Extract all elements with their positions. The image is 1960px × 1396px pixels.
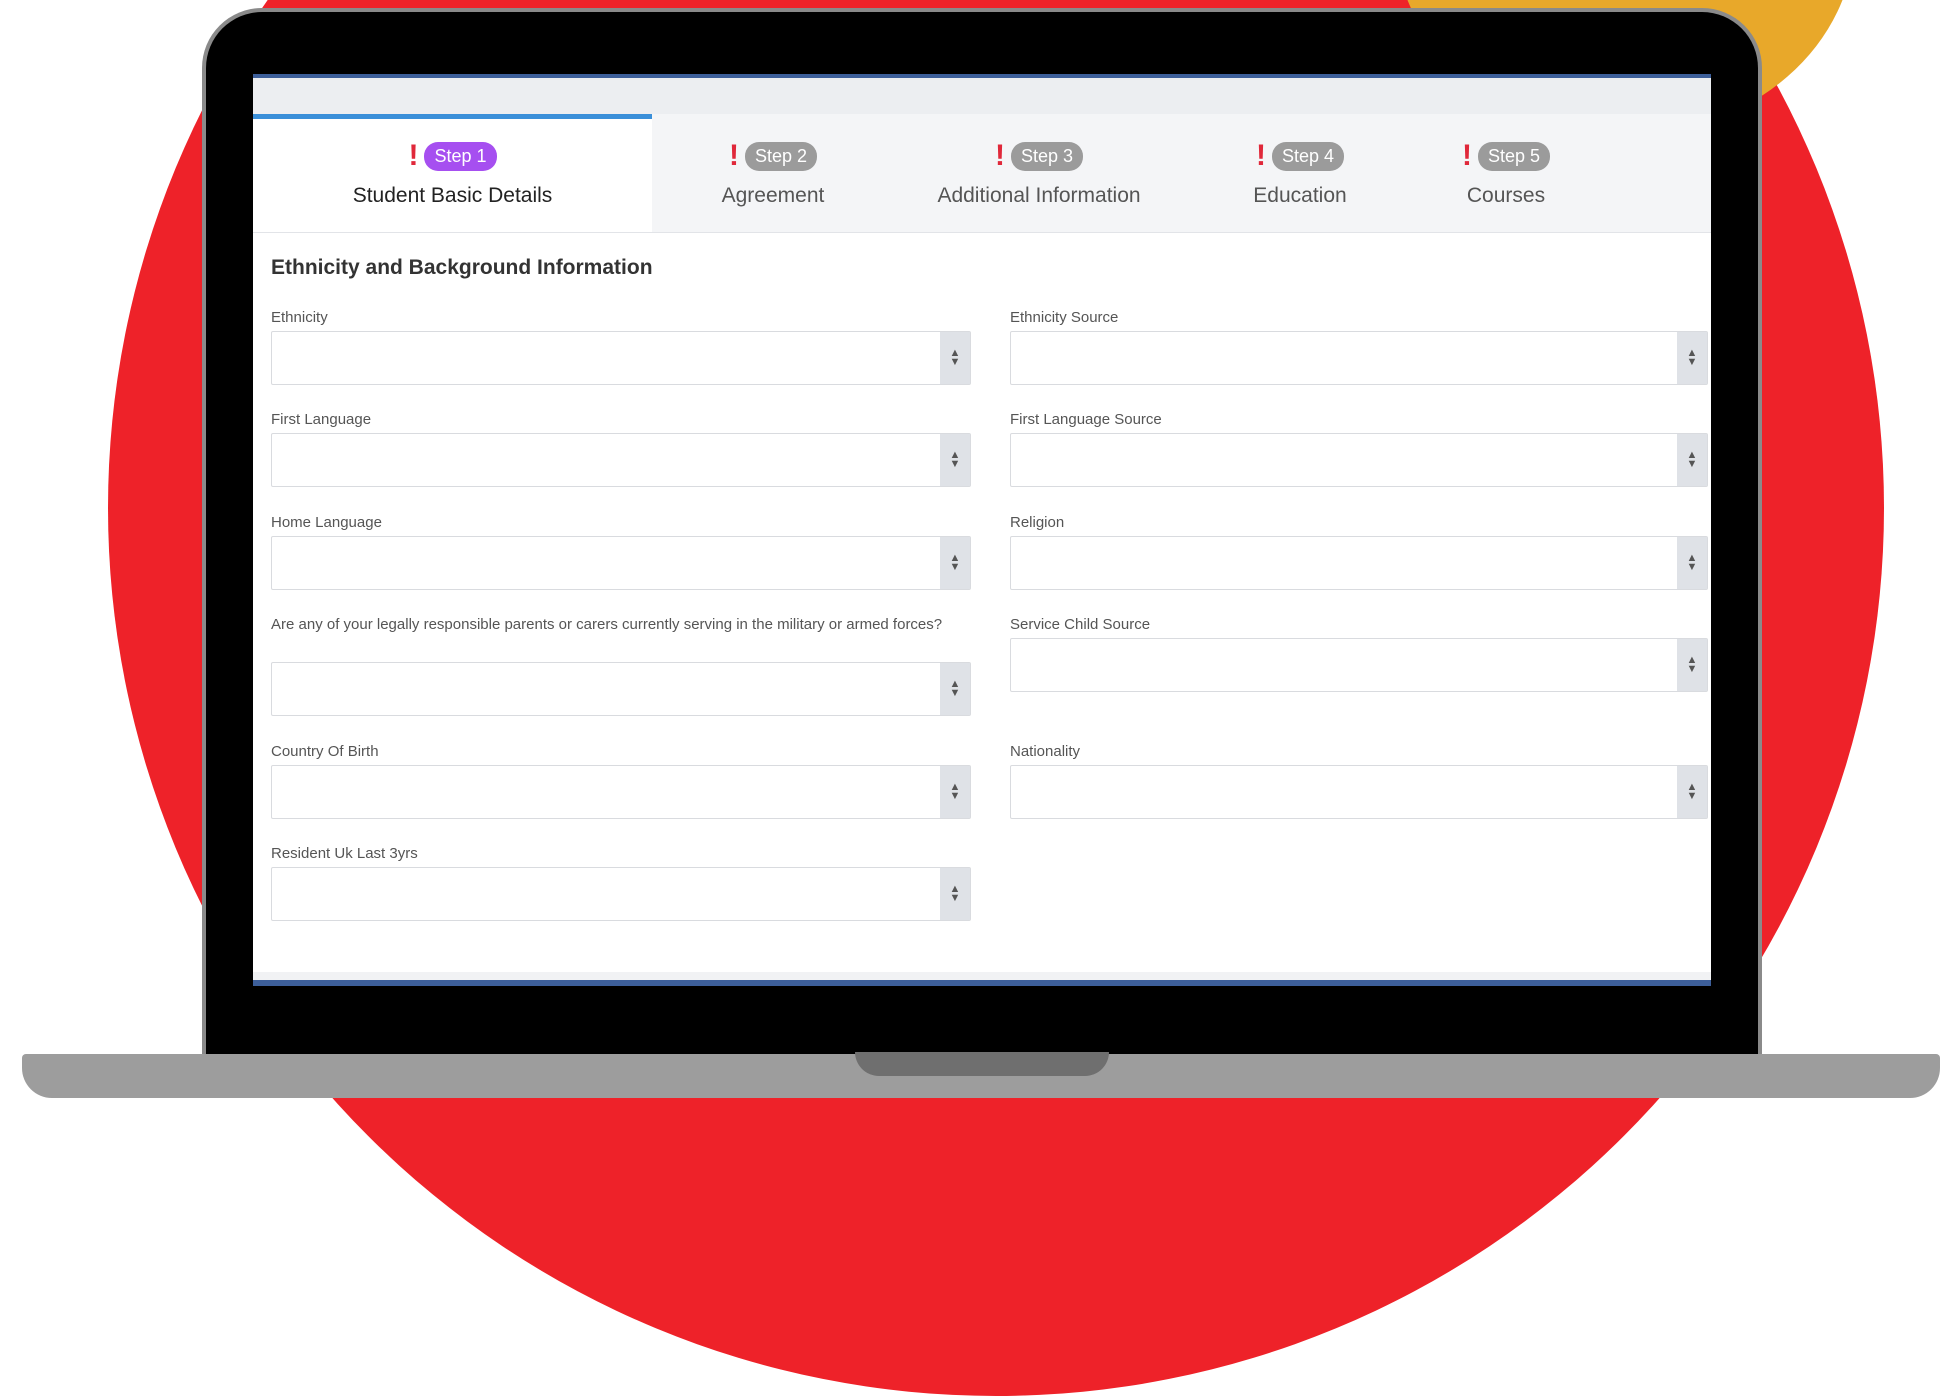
ethnicity-select[interactable]: ▲ ▼ [271, 331, 971, 385]
select-arrows-icon: ▲ ▼ [1677, 537, 1707, 589]
tab-label: Additional Information [937, 184, 1141, 207]
ethnicity-source-select[interactable]: ▲ ▼ [1010, 331, 1708, 385]
screen-footer-strip [253, 972, 1711, 980]
select-arrows-icon: ▲ ▼ [1677, 639, 1707, 691]
select-arrows-icon: ▲ ▼ [1677, 332, 1707, 384]
tab-step-1[interactable]: ! Step 1 Student Basic Details [253, 114, 652, 232]
screen-header-strip [253, 78, 1711, 114]
step-badge: Step 4 [1271, 141, 1345, 171]
religion-label: Religion [1010, 514, 1065, 531]
first-language-source-label: First Language Source [1010, 411, 1162, 428]
warning-icon: ! [408, 139, 419, 172]
ethnicity-source-label: Ethnicity Source [1010, 309, 1119, 326]
step-badge: Step 3 [1010, 141, 1084, 171]
select-arrows-icon: ▲ ▼ [940, 434, 970, 486]
screen-bottom-bar [253, 980, 1711, 986]
laptop-screen: ! Step 1 Student Basic Details ! Step 2 … [253, 74, 1711, 986]
step-tabs: ! Step 1 Student Basic Details ! Step 2 … [253, 114, 1711, 233]
ethnicity-label: Ethnicity [271, 309, 328, 326]
warning-icon: ! [994, 139, 1005, 172]
nationality-select[interactable]: ▲ ▼ [1010, 765, 1708, 819]
first-language-label: First Language [271, 411, 372, 428]
country-of-birth-label: Country Of Birth [271, 743, 379, 760]
religion-select[interactable]: ▲ ▼ [1010, 536, 1708, 590]
step-badge: Step 1 [424, 141, 497, 171]
first-language-source-select[interactable]: ▲ ▼ [1010, 433, 1708, 487]
tab-step-5[interactable]: ! Step 5 Courses [1416, 114, 1596, 232]
tab-step-4[interactable]: ! Step 4 Education [1184, 114, 1416, 232]
step-badge: Step 2 [744, 141, 818, 171]
section-title: Ethnicity and Background Information [271, 256, 653, 279]
select-arrows-icon: ▲ ▼ [940, 537, 970, 589]
step-badge: Step 5 [1477, 141, 1551, 171]
home-language-select[interactable]: ▲ ▼ [271, 536, 971, 590]
home-language-label: Home Language [271, 514, 382, 531]
warning-icon: ! [728, 139, 739, 172]
service-child-source-select[interactable]: ▲ ▼ [1010, 638, 1708, 692]
tab-label: Courses [1466, 184, 1546, 207]
select-arrows-icon: ▲ ▼ [1677, 766, 1707, 818]
resident-uk-label: Resident Uk Last 3yrs [271, 845, 418, 862]
tab-label: Education [1253, 184, 1347, 207]
tab-step-3[interactable]: ! Step 3 Additional Information [894, 114, 1184, 232]
select-arrows-icon: ▲ ▼ [940, 868, 970, 920]
nationality-label: Nationality [1010, 743, 1081, 760]
tab-step-2[interactable]: ! Step 2 Agreement [652, 114, 894, 232]
select-arrows-icon: ▲ ▼ [940, 332, 970, 384]
first-language-select[interactable]: ▲ ▼ [271, 433, 971, 487]
select-arrows-icon: ▲ ▼ [1677, 434, 1707, 486]
tab-label: Student Basic Details [352, 184, 553, 207]
country-of-birth-select[interactable]: ▲ ▼ [271, 765, 971, 819]
warning-icon: ! [1255, 139, 1266, 172]
laptop-notch [855, 1052, 1109, 1076]
service-child-label: Are any of your legally responsible pare… [271, 616, 943, 633]
select-arrows-icon: ▲ ▼ [940, 766, 970, 818]
select-arrows-icon: ▲ ▼ [940, 663, 970, 715]
tab-label: Agreement [721, 184, 825, 207]
resident-uk-select[interactable]: ▲ ▼ [271, 867, 971, 921]
warning-icon: ! [1461, 139, 1472, 172]
service-child-source-label: Service Child Source [1010, 616, 1151, 633]
service-child-select[interactable]: ▲ ▼ [271, 662, 971, 716]
